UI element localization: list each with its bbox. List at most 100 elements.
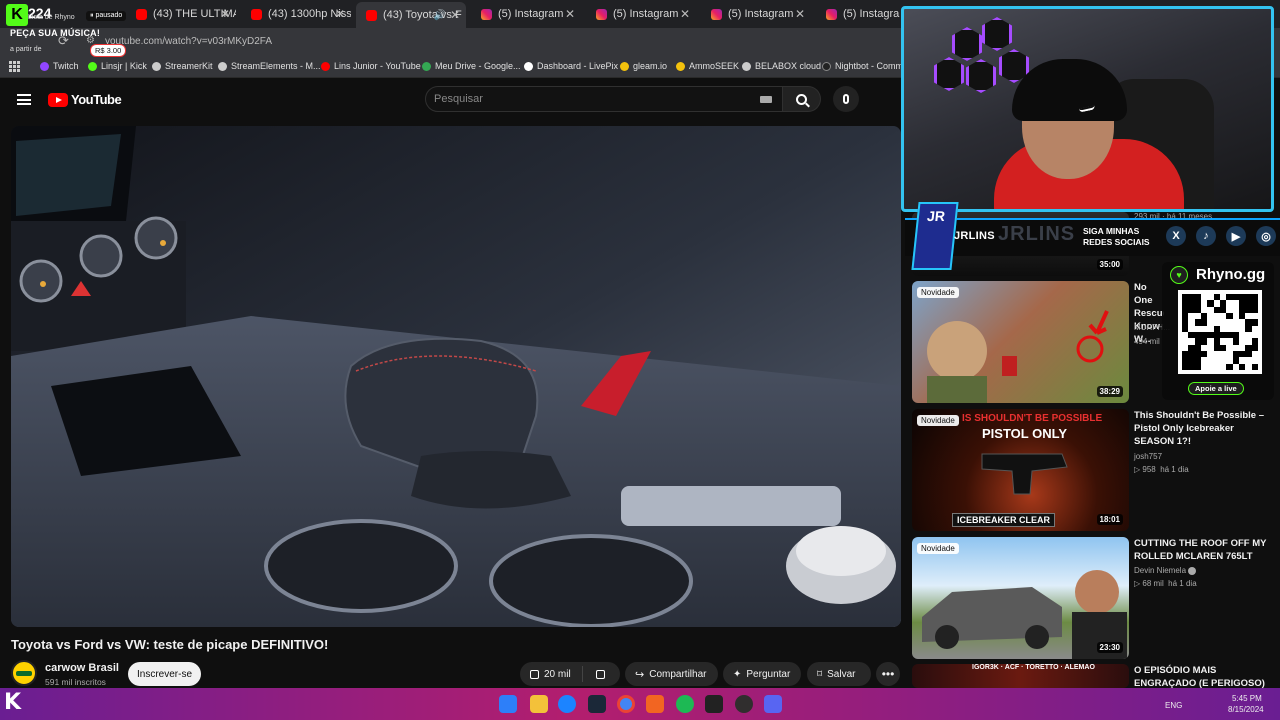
video-title: Toyota vs Ford vs VW: teste de picape DE… (11, 637, 329, 652)
speaker-icon[interactable]: 🔊 (434, 10, 446, 21)
browser-tab[interactable]: (5) Instagram ✕ (586, 3, 696, 25)
browser-tab[interactable]: (5) Instagram ✕ (701, 3, 811, 25)
close-icon[interactable]: ✕ (565, 7, 575, 21)
keyboard-icon[interactable] (760, 96, 772, 103)
bookmark-item[interactable]: StreamElements - M... (218, 61, 321, 71)
bookmark-item[interactable]: Twitch (40, 61, 79, 71)
x-icon: X (1166, 226, 1186, 246)
video-thumbnail[interactable]: IGOR3K · ACF · TORETTO · ALEMÃO (912, 664, 1129, 688)
edge-icon[interactable] (558, 695, 576, 713)
video-duration: 35:00 (1096, 259, 1123, 270)
url-field[interactable]: youtube.com/watch?v=v03rMKyD2FA (105, 36, 272, 47)
video-thumbnail[interactable]: IS SHOULDN'T BE POSSIBLE PISTOL ONLY ICE… (912, 409, 1129, 531)
close-icon[interactable]: ✕ (450, 8, 460, 22)
steam-icon[interactable] (588, 695, 606, 713)
bookmark-item[interactable]: Nightbot - Comm (822, 61, 903, 71)
file-explorer-icon[interactable] (530, 695, 548, 713)
share-button[interactable]: ↪ Compartilhar (625, 662, 718, 686)
video-channel[interactable]: Devin Niemela (1134, 566, 1197, 575)
browser-tab[interactable]: (43) THE ULTIMATE ✕ (126, 3, 236, 25)
video-title[interactable]: This Shouldn't Be Possible – Pistol Only… (1134, 409, 1274, 448)
bookmark-item[interactable]: StreamerKit (152, 61, 213, 71)
follow-text: SIGA MINHAS REDES SOCIAIS (1083, 226, 1150, 247)
search-button[interactable] (783, 86, 821, 112)
chrome-icon[interactable] (617, 695, 635, 713)
rhyno-label: Rhyno.gg (1196, 266, 1266, 283)
close-icon[interactable]: ✕ (220, 7, 230, 21)
new-badge: Novidade (917, 287, 959, 298)
more-icon: ••• (881, 667, 895, 681)
discord-icon[interactable] (764, 695, 782, 713)
bookmark-item[interactable]: AmmoSEEK (676, 61, 739, 71)
ask-button[interactable]: ✦ Perguntar (723, 662, 801, 686)
bookmark-label: gleam.io (633, 61, 668, 71)
start-icon[interactable] (499, 695, 517, 713)
clock-date[interactable]: 8/15/2024 (1228, 705, 1264, 714)
close-icon[interactable]: ✕ (795, 7, 805, 21)
language-indicator[interactable]: ENG (1165, 701, 1182, 710)
bookmark-item[interactable]: Linsjr | Kick (88, 61, 147, 71)
streamer-logo: JR (911, 202, 959, 270)
video-title[interactable]: CUTTING THE ROOF OFF MY ROLLED MCLAREN 7… (1134, 537, 1274, 563)
bookmark-item[interactable]: Meu Drive - Google... (422, 61, 521, 71)
subscriber-count: 591 mil inscritos (45, 677, 106, 687)
recommendation-item[interactable]: Novidade 23:30 CUTTING THE ROOF OFF MY R… (912, 537, 1280, 659)
apps-grid-icon[interactable] (9, 61, 20, 72)
channel-avatar[interactable] (11, 660, 37, 686)
recommendation-item[interactable]: IGOR3K · ACF · TORETTO · ALEMÃO O EPISÓD… (912, 664, 1280, 690)
search-box[interactable] (425, 86, 783, 112)
bookmark-item[interactable]: gleam.io (620, 61, 667, 71)
wrecked-car-art (922, 570, 1127, 659)
bookmark-item[interactable]: BELABOX cloud (742, 61, 821, 71)
app-icon[interactable] (646, 695, 664, 713)
recommendation-item[interactable]: IS SHOULDN'T BE POSSIBLE PISTOL ONLY ICE… (912, 409, 1280, 531)
clock-time[interactable]: 5:45 PM (1232, 694, 1262, 703)
subscribe-button[interactable]: Inscrever-se (128, 662, 201, 686)
like-count[interactable]: 20 mil (544, 669, 571, 680)
more-actions-button[interactable]: ••• (876, 662, 900, 686)
verified-icon (1188, 566, 1197, 575)
video-thumbnail[interactable]: Novidade 38:29 (912, 281, 1129, 403)
tiktok-icon: ♪ (1196, 226, 1216, 246)
new-badge: Novidade (917, 415, 959, 426)
video-stats: ▷ 68 mil há 1 dia (1134, 579, 1197, 588)
hamburger-menu-icon[interactable] (17, 94, 31, 105)
voice-search-button[interactable] (833, 86, 859, 112)
channel-name[interactable]: carwow Brasil (45, 662, 119, 674)
close-icon[interactable]: ✕ (680, 7, 690, 21)
browser-tab[interactable]: (5) Instagram ✕ (471, 3, 581, 25)
terminal-icon[interactable] (705, 695, 723, 713)
bookmark-item[interactable]: Dashboard - LivePix (524, 61, 618, 71)
obs-icon[interactable] (735, 695, 753, 713)
close-icon[interactable]: ✕ (335, 7, 345, 21)
like-divider (582, 666, 583, 682)
video-title[interactable]: O EPISÓDIO MAIS ENGRAÇADO (E PERIGOSO) (1134, 664, 1274, 690)
youtube-icon (251, 8, 262, 20)
youtube-wordmark: YouTube (71, 92, 122, 107)
video-duration: 23:30 (1096, 642, 1123, 653)
youtube-icon: ▶ (1226, 226, 1246, 246)
paused-status: ⏸ pausado (86, 11, 127, 21)
browser-tab[interactable]: (5) Instagram (816, 3, 900, 25)
browser-tab-active[interactable]: (43) Toyota vs F 🔊 ✕ (356, 2, 466, 28)
price-badge: R$ 3.00 (90, 44, 127, 57)
instagram-icon: ◎ (1256, 226, 1276, 246)
bookmark-item[interactable]: Lins Junior - YouTube (321, 61, 421, 71)
ask-label: Perguntar (746, 668, 791, 680)
save-button[interactable]: ⌑ Salvar (807, 662, 871, 686)
like-icon[interactable] (530, 669, 539, 679)
search-input[interactable] (434, 93, 754, 105)
livepix-icon (524, 61, 533, 71)
dislike-icon[interactable] (596, 669, 605, 679)
spotify-icon[interactable] (676, 695, 694, 713)
browser-tab[interactable]: (43) 1300hp Nissan ✕ (241, 3, 351, 25)
heart-icon: ♥ (1170, 266, 1188, 284)
video-channel[interactable]: josh757 (1134, 452, 1162, 461)
streamerkit-icon (152, 61, 161, 71)
youtube-logo[interactable]: YouTube (48, 92, 122, 107)
video-frame (11, 126, 901, 627)
video-player[interactable] (11, 126, 901, 627)
video-thumbnail[interactable]: Novidade 23:30 (912, 537, 1129, 659)
ammoseek-icon (676, 61, 685, 71)
tab-label: (5) Instagram (728, 8, 794, 20)
